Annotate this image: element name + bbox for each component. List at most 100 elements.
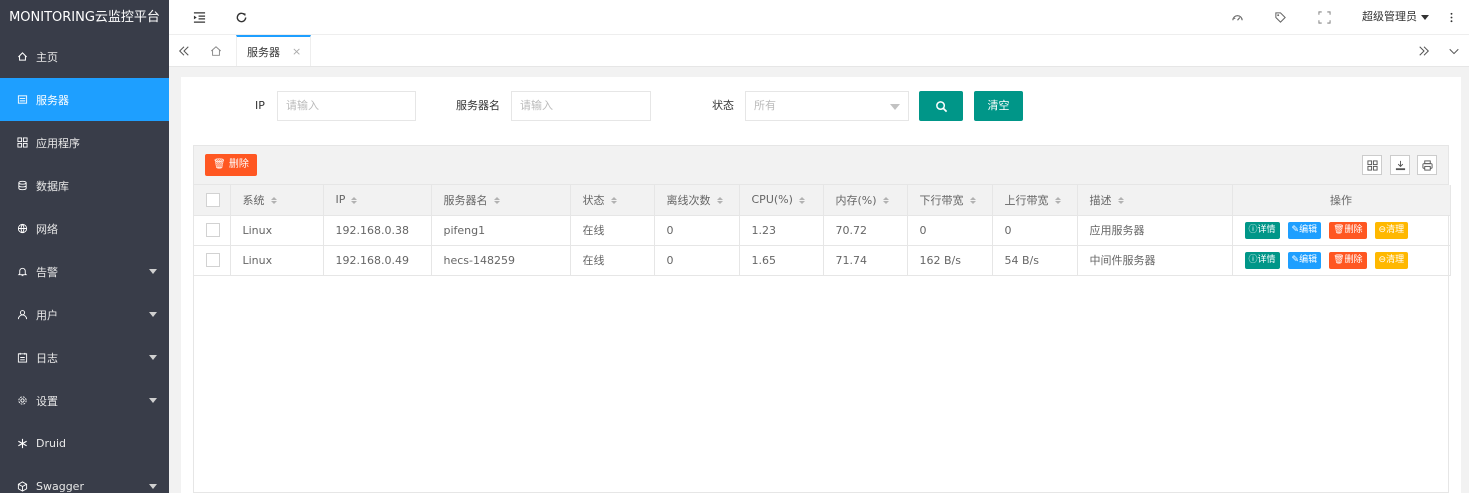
column-header[interactable]: 离线次数 [654, 185, 740, 216]
sidebar-item-10[interactable]: Swagger [0, 465, 169, 493]
sidebar-item-7[interactable]: 日志 [0, 336, 169, 379]
search-icon [935, 100, 947, 112]
column-header-label: IP [335, 193, 346, 207]
edit-button[interactable]: ✎编辑 [1287, 221, 1322, 239]
close-icon[interactable]: × [292, 45, 301, 58]
column-header[interactable]: 状态 [570, 185, 655, 216]
clean-button[interactable]: ⊖清理 [1374, 251, 1409, 269]
column-header[interactable]: 服务器名 [431, 185, 571, 216]
home-tab[interactable] [201, 35, 231, 66]
sidebar-item-4[interactable]: 网络 [0, 207, 169, 250]
column-header[interactable]: 下行带宽 [907, 185, 993, 216]
row-actions: ⓘ详情 ✎编辑 🗑删除 ⊖清理 [1231, 245, 1451, 276]
sidebar-item-0[interactable]: 主页 [0, 35, 169, 78]
delete-button[interactable]: 🗑删除 [1329, 221, 1367, 239]
user-menu[interactable]: 超级管理员 [1362, 0, 1429, 35]
table-cell: 0 [907, 215, 993, 246]
table-row[interactable]: Linux 192.168.0.38 pifeng1 在线 0 1.23 70.72 0 0 应用… [194, 215, 1451, 246]
sidebar: MONITORING云监控平台 主页 服务器 应用程序 数据库 网络 告警 用户 日志 设置 Dr… [0, 0, 169, 493]
search-button[interactable] [919, 91, 963, 121]
sort-icon[interactable] [270, 197, 277, 205]
detail-button[interactable]: ⓘ详情 [1244, 221, 1280, 239]
sort-icon[interactable] [969, 197, 976, 205]
status-select-value: 所有 [754, 99, 776, 112]
delete-button[interactable]: 🗑删除 [1329, 251, 1367, 269]
sort-icon[interactable] [1117, 197, 1124, 205]
row-checkbox[interactable] [206, 253, 220, 267]
detail-button[interactable]: ⓘ详情 [1244, 251, 1280, 269]
columns-filter-button[interactable] [1362, 155, 1382, 175]
trash-icon: 🗑 [213, 159, 229, 170]
sidebar-item-6[interactable]: 用户 [0, 293, 169, 336]
column-header[interactable]: 上行带宽 [992, 185, 1078, 216]
sidebar-item-label: 数据库 [36, 179, 69, 193]
print-icon [1421, 159, 1433, 171]
tabs-scroll-right-button[interactable] [1409, 35, 1439, 66]
more-button[interactable] [1441, 0, 1461, 35]
clean-button[interactable]: ⊖清理 [1374, 221, 1409, 239]
server-table-card: 🗑 删除 系统 IP 服务器名 状态 离线次数 CPU(%) 内存(%) 下行带宽 上行带宽 描述… [181, 136, 1461, 493]
column-header[interactable]: 系统 [230, 185, 324, 216]
tag-button[interactable] [1270, 0, 1290, 35]
tabs-scroll-left-button[interactable] [169, 35, 199, 66]
edit-button[interactable]: ✎编辑 [1287, 251, 1322, 269]
fullscreen-button[interactable] [1314, 0, 1334, 35]
column-header[interactable]: IP [323, 185, 432, 216]
minus-circle-icon: ⊖ [1378, 254, 1387, 265]
table-cell: 0 [654, 245, 740, 276]
chevron-down-icon [1449, 48, 1459, 54]
sidebar-item-label: Druid [36, 437, 67, 450]
export-button[interactable] [1390, 155, 1410, 175]
pencil-icon: ✎ [1291, 224, 1300, 235]
sidebar-item-1[interactable]: 服务器 [0, 78, 169, 121]
table-cell: hecs-148259 [431, 245, 571, 276]
sort-icon[interactable] [1054, 197, 1061, 205]
delete-label: 删除 [1344, 254, 1363, 265]
sidebar-item-label: 网络 [36, 222, 58, 236]
row-actions: ⓘ详情 ✎编辑 🗑删除 ⊖清理 [1231, 215, 1451, 246]
select-all-checkbox[interactable] [206, 192, 220, 207]
sidebar-item-2[interactable]: 应用程序 [0, 121, 169, 164]
sort-icon[interactable] [351, 196, 358, 204]
detail-label: 详情 [1257, 224, 1276, 235]
sort-icon[interactable] [493, 197, 500, 205]
row-checkbox[interactable] [206, 223, 220, 237]
tab-server[interactable]: 服务器 × [236, 35, 311, 66]
sidebar-item-8[interactable]: 设置 [0, 379, 169, 422]
print-button[interactable] [1417, 155, 1437, 175]
server-name-input[interactable]: 请输入 [511, 91, 651, 121]
sidebar-item-3[interactable]: 数据库 [0, 164, 169, 207]
sidebar-item-5[interactable]: 告警 [0, 250, 169, 293]
column-header-label: 状态 [582, 193, 605, 207]
log-icon [16, 352, 28, 364]
app-icon [16, 137, 28, 149]
table-row[interactable]: Linux 192.168.0.49 hecs-148259 在线 0 1.65 71.74… [194, 245, 1451, 276]
status-select[interactable]: 所有 [745, 91, 909, 121]
info-icon: ⓘ [1248, 224, 1258, 235]
user-icon [16, 309, 28, 321]
column-header-label: 内存(%) [835, 193, 877, 207]
sort-icon[interactable] [716, 197, 723, 205]
sort-icon[interactable] [798, 196, 805, 204]
sidebar-item-9[interactable]: Druid [0, 422, 169, 465]
column-header-label: CPU(%) [751, 193, 793, 207]
caret-down-icon [149, 484, 157, 489]
column-header[interactable]: 内存(%) [823, 185, 908, 216]
ip-input[interactable]: 请输入 [277, 91, 416, 121]
server-icon [16, 94, 28, 106]
column-header[interactable]: CPU(%) [739, 185, 824, 216]
row-select-cell [194, 245, 231, 276]
clear-button[interactable]: 清空 [974, 91, 1023, 121]
minus-circle-icon: ⊖ [1378, 224, 1387, 235]
collapse-menu-button[interactable] [189, 0, 209, 35]
tabs-menu-button[interactable] [1439, 35, 1469, 66]
detail-label: 详情 [1257, 254, 1276, 265]
columns-icon [1366, 159, 1378, 171]
refresh-button[interactable] [231, 0, 251, 35]
sort-icon[interactable] [882, 197, 889, 205]
tab-label: 服务器 [247, 45, 280, 59]
column-header[interactable]: 描述 [1077, 185, 1233, 216]
sort-icon[interactable] [610, 197, 617, 205]
batch-delete-button[interactable]: 🗑 删除 [205, 154, 257, 176]
theme-button[interactable] [1227, 0, 1247, 35]
